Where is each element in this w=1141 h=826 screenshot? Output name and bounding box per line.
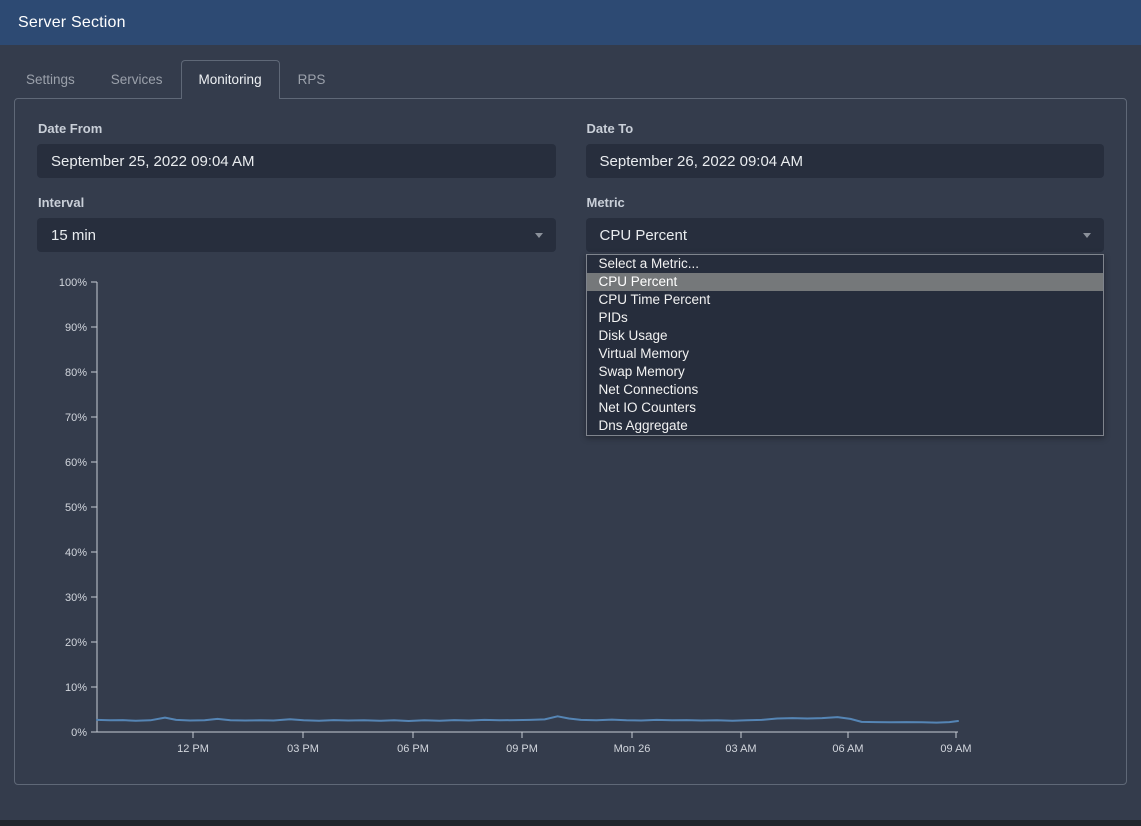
metric-select-value: CPU Percent [600, 227, 688, 244]
interval-field: Interval 15 min [37, 195, 556, 269]
date-to-input[interactable] [586, 144, 1105, 178]
tab-rps[interactable]: RPS [280, 60, 344, 99]
x-axis-label: 12 PM [177, 743, 209, 755]
metric-option[interactable]: CPU Percent [587, 273, 1104, 291]
page-title: Server Section [18, 14, 126, 32]
tab-monitoring[interactable]: Monitoring [181, 60, 280, 99]
x-axis-label: 06 AM [832, 743, 863, 755]
metric-option[interactable]: Dns Aggregate [587, 417, 1104, 435]
metric-option[interactable]: Swap Memory [587, 363, 1104, 381]
metric-option[interactable]: Net Connections [587, 381, 1104, 399]
tab-bar: Settings Services Monitoring RPS [0, 60, 1141, 98]
metric-option[interactable]: Net IO Counters [587, 399, 1104, 417]
cpu-percent-series [97, 716, 958, 722]
header: Server Section [0, 0, 1141, 45]
interval-select[interactable]: 15 min [37, 218, 556, 252]
y-axis-label: 0% [71, 727, 87, 739]
date-from-label: Date From [38, 121, 556, 136]
y-axis-label: 10% [65, 682, 87, 694]
y-axis-label: 80% [65, 367, 87, 379]
y-axis-label: 100% [59, 277, 87, 289]
content-panel: Date From Date To Interval 15 min Metric… [14, 98, 1127, 785]
x-axis-label: Mon 26 [614, 743, 651, 755]
metric-option[interactable]: Virtual Memory [587, 345, 1104, 363]
interval-select-value: 15 min [51, 227, 96, 244]
y-axis-label: 30% [65, 592, 87, 604]
date-to-field: Date To [586, 121, 1105, 195]
x-axis-label: 03 AM [725, 743, 756, 755]
tab-settings[interactable]: Settings [8, 60, 93, 99]
interval-label: Interval [38, 195, 556, 210]
x-axis-label: 09 PM [506, 743, 538, 755]
window-bottom-edge [0, 820, 1141, 826]
metric-field: Metric CPU Percent Select a Metric...CPU… [586, 195, 1105, 269]
y-axis-label: 70% [65, 412, 87, 424]
metric-option[interactable]: Select a Metric... [587, 255, 1104, 273]
x-axis-label: 06 PM [397, 743, 429, 755]
metric-option[interactable]: Disk Usage [587, 327, 1104, 345]
metric-dropdown-list: Select a Metric...CPU PercentCPU Time Pe… [586, 254, 1105, 436]
x-axis-label: 09 AM [940, 743, 971, 755]
date-from-input[interactable] [37, 144, 556, 178]
y-axis-label: 60% [65, 457, 87, 469]
metric-option[interactable]: PIDs [587, 309, 1104, 327]
metric-label: Metric [587, 195, 1105, 210]
y-axis-label: 40% [65, 547, 87, 559]
chevron-down-icon [535, 233, 543, 238]
chevron-down-icon [1083, 233, 1091, 238]
filter-form: Date From Date To Interval 15 min Metric… [15, 99, 1126, 269]
y-axis-label: 20% [65, 637, 87, 649]
tab-services[interactable]: Services [93, 60, 181, 99]
y-axis-label: 90% [65, 322, 87, 334]
x-axis-label: 03 PM [287, 743, 319, 755]
date-from-field: Date From [37, 121, 556, 195]
y-axis-label: 50% [65, 502, 87, 514]
date-to-label: Date To [587, 121, 1105, 136]
metric-select[interactable]: CPU Percent [586, 218, 1105, 252]
metric-option[interactable]: CPU Time Percent [587, 291, 1104, 309]
